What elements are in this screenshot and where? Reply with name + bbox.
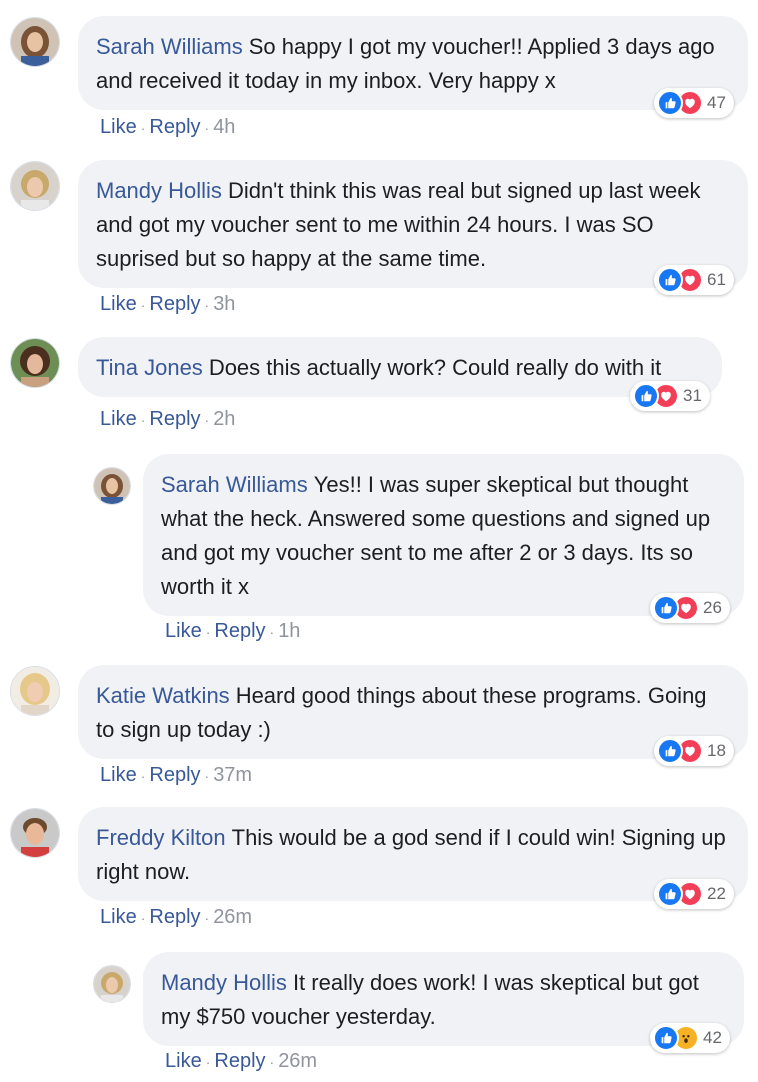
comment-timestamp[interactable]: 3h	[213, 293, 235, 315]
comment-timestamp[interactable]: 26m	[278, 1050, 317, 1072]
like-link[interactable]: Like	[100, 906, 137, 928]
reaction-count: 61	[707, 270, 726, 289]
comment-bubble: Sarah Williams Yes!! I was super skeptica…	[143, 454, 744, 616]
like-link[interactable]: Like	[100, 116, 137, 138]
comment-actions: Like · Reply · 2h	[100, 408, 235, 431]
avatar[interactable]	[10, 808, 60, 858]
avatar[interactable]	[93, 965, 131, 1003]
reply-link[interactable]: Reply	[149, 906, 200, 928]
like-icon	[657, 881, 683, 907]
avatar-image	[94, 468, 130, 504]
comment-actions: Like · Reply · 37m	[100, 764, 252, 787]
reaction-summary[interactable]: 47	[654, 88, 734, 118]
reply-link[interactable]: Reply	[149, 764, 200, 786]
reaction-count: 26	[703, 598, 722, 617]
comment-author[interactable]: Mandy Hollis	[161, 970, 287, 995]
reply-link[interactable]: Reply	[149, 293, 200, 315]
reaction-summary[interactable]: 31	[630, 381, 710, 411]
like-icon	[633, 383, 659, 409]
separator-dot: ·	[204, 297, 210, 313]
reply-link[interactable]: Reply	[214, 620, 265, 642]
separator-dot: ·	[205, 1054, 211, 1070]
like-icon	[657, 267, 683, 293]
separator-dot: ·	[140, 910, 146, 926]
comment-bubble: Katie Watkins Heard good things about the…	[78, 665, 748, 759]
reaction-summary[interactable]: 42	[650, 1023, 730, 1053]
avatar[interactable]	[10, 666, 60, 716]
separator-dot: ·	[204, 120, 210, 136]
like-icon	[657, 90, 683, 116]
reaction-count: 31	[683, 386, 702, 405]
comment-author[interactable]: Katie Watkins	[96, 683, 230, 708]
reply-link[interactable]: Reply	[149, 408, 200, 430]
avatar-image	[11, 162, 59, 210]
avatar[interactable]	[10, 338, 60, 388]
reaction-count: 42	[703, 1028, 722, 1047]
separator-dot: ·	[140, 768, 146, 784]
comment-timestamp[interactable]: 37m	[213, 764, 252, 786]
avatar-image	[11, 667, 59, 715]
avatar-image	[94, 966, 130, 1002]
like-link[interactable]: Like	[100, 408, 137, 430]
comment-bubble: Mandy Hollis Didn't think this was real b…	[78, 160, 748, 288]
comment-actions: Like · Reply · 26m	[100, 906, 252, 929]
separator-dot: ·	[269, 624, 275, 640]
reaction-summary[interactable]: 18	[654, 736, 734, 766]
like-link[interactable]: Like	[165, 1050, 202, 1072]
separator-dot: ·	[269, 1054, 275, 1070]
reply-link[interactable]: Reply	[214, 1050, 265, 1072]
comment-actions: Like · Reply · 4h	[100, 116, 235, 139]
reaction-summary[interactable]: 26	[650, 593, 730, 623]
like-icon	[653, 595, 679, 621]
reply-link[interactable]: Reply	[149, 116, 200, 138]
comment-timestamp[interactable]: 4h	[213, 116, 235, 138]
separator-dot: ·	[205, 624, 211, 640]
comment-author[interactable]: Sarah Williams	[96, 34, 243, 59]
avatar[interactable]	[10, 161, 60, 211]
separator-dot: ·	[204, 768, 210, 784]
avatar[interactable]	[93, 467, 131, 505]
reaction-count: 22	[707, 884, 726, 903]
like-link[interactable]: Like	[165, 620, 202, 642]
comment-actions: Like · Reply · 3h	[100, 293, 235, 316]
avatar-image	[11, 339, 59, 387]
avatar-image	[11, 809, 59, 857]
comment-author[interactable]: Tina Jones	[96, 355, 203, 380]
comment-timestamp[interactable]: 26m	[213, 906, 252, 928]
comment-timestamp[interactable]: 2h	[213, 408, 235, 430]
separator-dot: ·	[140, 412, 146, 428]
comment-text: Does this actually work? Could really do…	[208, 355, 662, 380]
reaction-summary[interactable]: 22	[654, 879, 734, 909]
avatar[interactable]	[10, 17, 60, 67]
comment-author[interactable]: Sarah Williams	[161, 472, 308, 497]
reaction-summary[interactable]: 61	[654, 265, 734, 295]
comment-author[interactable]: Mandy Hollis	[96, 178, 222, 203]
separator-dot: ·	[140, 297, 146, 313]
comment-author[interactable]: Freddy Kilton	[96, 825, 226, 850]
like-link[interactable]: Like	[100, 764, 137, 786]
comment-bubble: Sarah Williams So happy I got my voucher!…	[78, 16, 748, 110]
comment-timestamp[interactable]: 1h	[278, 620, 300, 642]
comment-actions: Like · Reply · 26m	[165, 1050, 317, 1073]
comment-bubble: Freddy Kilton This would be a god send if…	[78, 807, 748, 901]
separator-dot: ·	[204, 910, 210, 926]
separator-dot: ·	[140, 120, 146, 136]
reaction-count: 47	[707, 93, 726, 112]
comment-actions: Like · Reply · 1h	[165, 620, 300, 643]
reaction-count: 18	[707, 741, 726, 760]
like-icon	[653, 1025, 679, 1051]
separator-dot: ·	[204, 412, 210, 428]
avatar-image	[11, 18, 59, 66]
like-icon	[657, 738, 683, 764]
like-link[interactable]: Like	[100, 293, 137, 315]
comment-bubble: Tina Jones Does this actually work? Could…	[78, 337, 722, 397]
